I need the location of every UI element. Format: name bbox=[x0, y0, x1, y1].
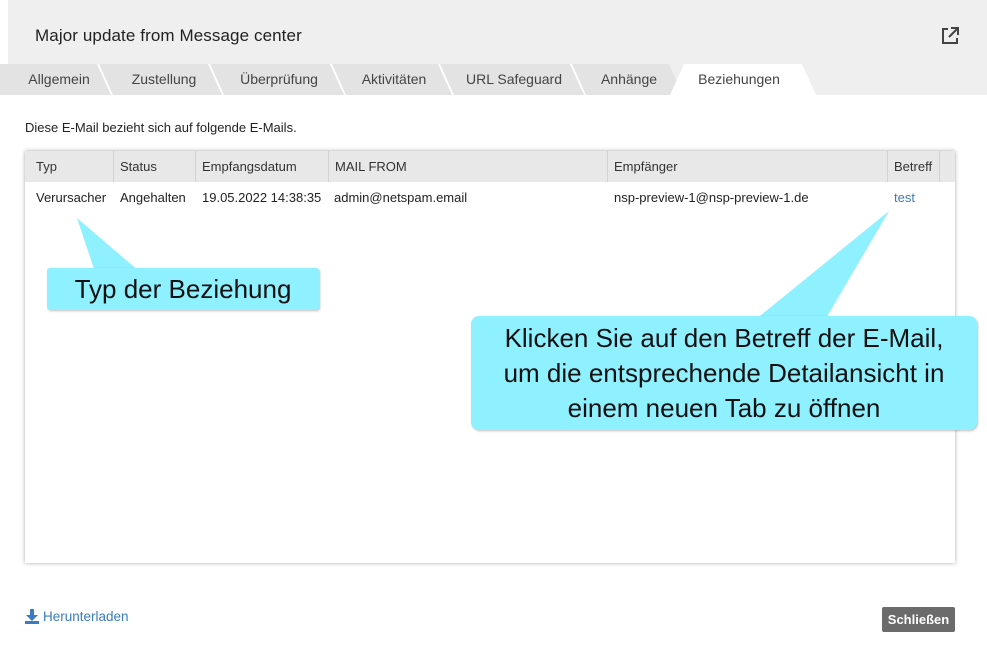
download-label: Herunterladen bbox=[43, 609, 129, 624]
tab-bar: Allgemein Zustellung Überprüfung Aktivit… bbox=[0, 64, 987, 95]
column-header-empfangsdatum[interactable]: Empfangsdatum bbox=[196, 151, 329, 182]
cell-empfangsdatum: 19.05.2022 14:38:35 bbox=[202, 190, 322, 205]
dialog-header: Major update from Message center Allgeme… bbox=[0, 0, 987, 95]
tab-aktivitaeten[interactable]: Aktivitäten bbox=[350, 64, 438, 95]
tab-allgemein[interactable]: Allgemein bbox=[14, 64, 104, 95]
tab-divider bbox=[438, 64, 454, 95]
column-header-empfaenger[interactable]: Empfänger bbox=[608, 151, 888, 182]
callout-subject-hint: Klicken Sie auf den Betreff der E-Mail, … bbox=[471, 316, 977, 430]
download-link[interactable]: Herunterladen bbox=[25, 609, 129, 624]
tab-divider bbox=[330, 64, 346, 95]
close-button[interactable]: Schließen bbox=[882, 607, 955, 632]
header-edge bbox=[0, 0, 8, 64]
callout-relation-type: Typ der Beziehung bbox=[47, 268, 319, 310]
cell-status: Angehalten bbox=[120, 190, 186, 205]
table-header: Typ Status Empfangsdatum MAIL FROM Empfä… bbox=[25, 151, 955, 182]
tab-anhaenge[interactable]: Anhänge bbox=[590, 64, 668, 95]
tab-ueberpruefung[interactable]: Überprüfung bbox=[228, 64, 330, 95]
dialog-title: Major update from Message center bbox=[35, 26, 302, 45]
column-header-status[interactable]: Status bbox=[114, 151, 196, 182]
tab-zustellung[interactable]: Zustellung bbox=[118, 64, 210, 95]
intro-text: Diese E-Mail bezieht sich auf folgende E… bbox=[25, 120, 297, 135]
column-header-mail-from[interactable]: MAIL FROM bbox=[329, 151, 608, 182]
column-header-betreff[interactable]: Betreff bbox=[888, 151, 940, 182]
callout-subject-line: um die entsprechende Detailansicht in bbox=[503, 358, 945, 388]
tab-url-safeguard[interactable]: URL Safeguard bbox=[456, 64, 572, 95]
tab-divider bbox=[208, 64, 224, 95]
external-link-icon[interactable] bbox=[940, 26, 960, 46]
cell-empfaenger: nsp-preview-1@nsp-preview-1.de bbox=[614, 190, 809, 205]
tab-beziehungen[interactable]: Beziehungen bbox=[684, 64, 794, 95]
tab-divider bbox=[570, 64, 586, 95]
column-header-typ[interactable]: Typ bbox=[30, 151, 114, 182]
cell-mail-from: admin@netspam.email bbox=[334, 190, 468, 205]
callout-subject-line: einem neuen Tab zu öffnen bbox=[567, 393, 881, 423]
callout-subject-line: Klicken Sie auf den Betreff der E-Mail, bbox=[504, 323, 944, 353]
cell-typ: Verursacher bbox=[36, 190, 107, 205]
download-icon bbox=[25, 609, 39, 624]
subject-link[interactable]: test bbox=[888, 182, 915, 214]
